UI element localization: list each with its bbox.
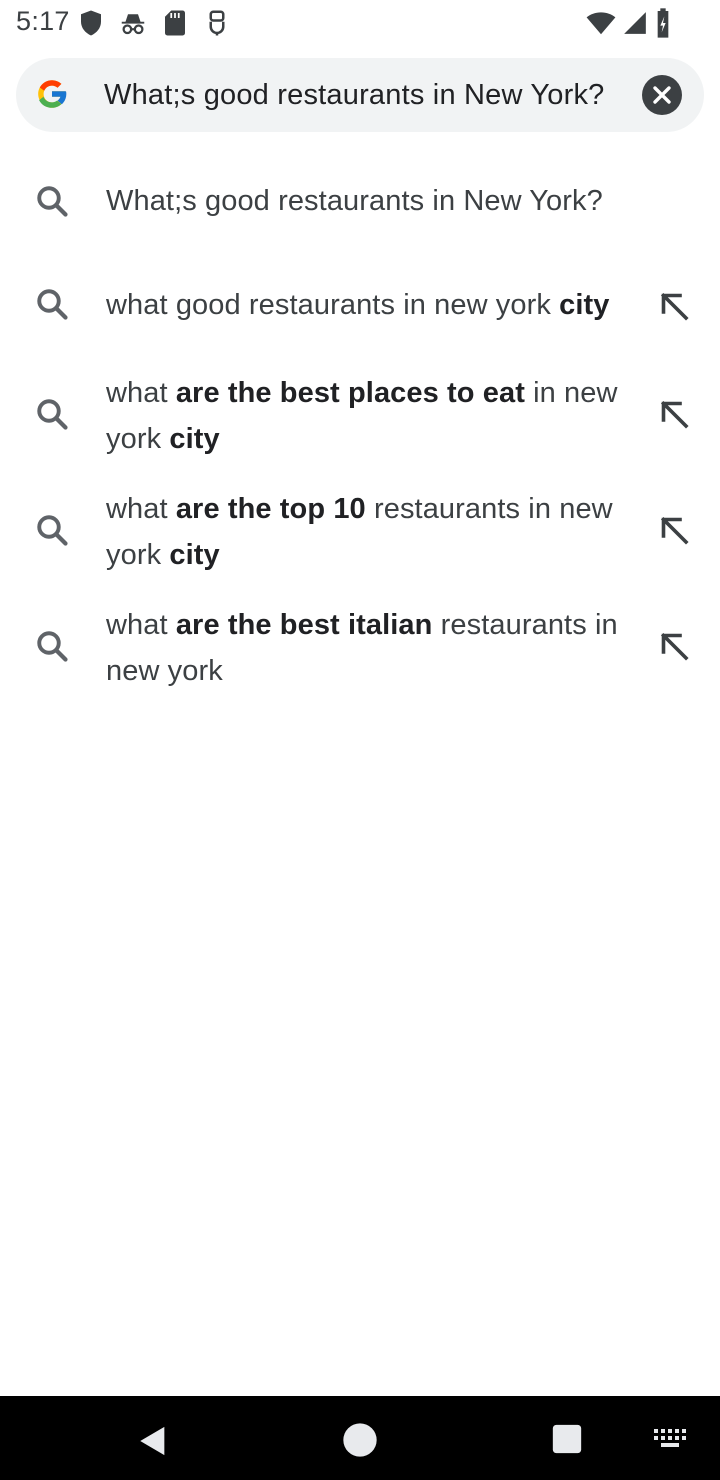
search-icon (37, 289, 68, 320)
suggestion-bold-segment: city (169, 423, 220, 455)
recents-icon[interactable] (550, 1422, 584, 1456)
suggestion-text: what are the best places to eat in new y… (106, 370, 626, 462)
suggestion-segment: what good restaurants in new york (106, 289, 560, 321)
suggestion-segment: what (106, 493, 176, 525)
suggestion-segment: what (106, 377, 176, 409)
suggestion-item[interactable]: What;s good restaurants in New York? (0, 172, 720, 230)
incognito-icon (121, 14, 145, 35)
search-icon (37, 515, 68, 546)
suggestion-text: what are the best italian restaurants in… (106, 602, 626, 694)
search-icon (37, 186, 68, 217)
suggestion-text: what good restaurants in new york city (106, 282, 646, 328)
suggestion-item[interactable]: what are the best italian restaurants in… (0, 602, 720, 698)
status-icons-left (76, 6, 244, 40)
arrow-up-left-icon[interactable] (656, 512, 692, 548)
suggestion-bold-segment: city (559, 289, 610, 321)
suggestion-segment: what (106, 609, 176, 641)
search-icon (37, 631, 68, 662)
sd-card-icon (165, 10, 185, 36)
suggestion-segment: What;s good restaurants in New York? (106, 185, 603, 217)
suggestion-text: What;s good restaurants in New York? (106, 178, 626, 224)
close-icon[interactable] (642, 75, 682, 115)
suggestion-text: what are the top 10 restaurants in new y… (106, 486, 626, 578)
back-icon[interactable] (136, 1424, 170, 1458)
keyboard-icon[interactable] (652, 1426, 688, 1450)
usb-icon (209, 10, 225, 36)
suggestion-item[interactable]: what are the best places to eat in new y… (0, 370, 720, 466)
search-bar (16, 58, 704, 132)
suggestion-bold-segment: are the best italian (175, 609, 433, 641)
arrow-up-left-icon[interactable] (656, 396, 692, 432)
suggestion-bold-segment: city (169, 539, 220, 571)
search-icon (37, 399, 68, 430)
shield-icon (81, 10, 101, 36)
navigation-bar (0, 1396, 720, 1480)
status-time: 5:17 (16, 6, 70, 36)
status-bar: 5:17 (0, 0, 720, 48)
signal-icon (624, 12, 646, 34)
arrow-up-left-icon[interactable] (656, 628, 692, 664)
search-input[interactable] (104, 58, 624, 132)
google-g-icon (38, 80, 67, 108)
suggestion-item[interactable]: what are the top 10 restaurants in new y… (0, 486, 720, 582)
battery-icon (657, 8, 669, 38)
status-icons-right (580, 6, 672, 40)
suggestion-item[interactable]: what good restaurants in new york city (0, 278, 720, 336)
suggestion-bold-segment: are the top 10 (175, 493, 366, 525)
suggestion-bold-segment: are the best places to eat (175, 377, 525, 409)
wifi-icon (586, 12, 616, 35)
home-icon[interactable] (340, 1420, 380, 1460)
arrow-up-left-icon[interactable] (656, 288, 692, 324)
